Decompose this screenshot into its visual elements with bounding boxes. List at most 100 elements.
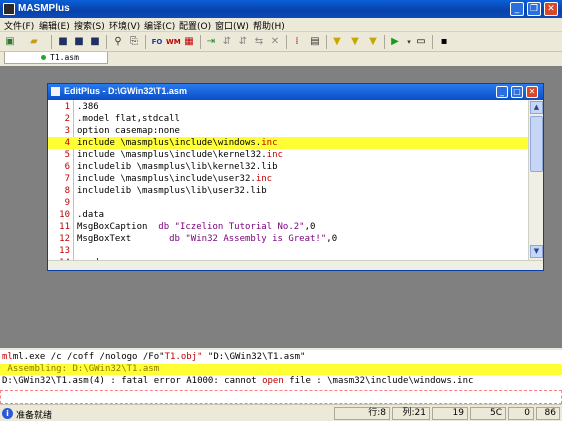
file-status-icon bbox=[41, 55, 46, 60]
status-field-3: 0 bbox=[508, 407, 534, 420]
editor-close-button[interactable]: ✕ bbox=[526, 86, 538, 98]
build-icon[interactable]: ▦ bbox=[182, 35, 196, 49]
minimize-button[interactable]: _ bbox=[510, 2, 524, 16]
code-line[interactable]: 3 option casemap:none bbox=[48, 125, 528, 137]
output-error-line[interactable]: D:\GWin32\T1.asm(4) : fatal error A1000:… bbox=[2, 376, 473, 387]
code-line[interactable]: 13 bbox=[48, 245, 528, 257]
new-file-icon[interactable]: ▣ bbox=[3, 35, 17, 49]
pause-icon[interactable]: ⇵ bbox=[220, 35, 234, 49]
line-text: option casemap:none bbox=[77, 126, 180, 136]
step-icon[interactable]: ⇥ bbox=[204, 35, 218, 49]
tab-label: T1.asm bbox=[50, 53, 79, 62]
code-line[interactable]: 6 includelib \masmplus\lib\kernel32.lib bbox=[48, 161, 528, 173]
scroll-thumb[interactable] bbox=[530, 116, 543, 172]
scroll-down-icon[interactable]: ▼ bbox=[530, 245, 543, 258]
document-tab-bar: T1.asm bbox=[0, 52, 562, 65]
menu-file[interactable]: 文件(F) bbox=[4, 19, 34, 32]
status-ready: 准备就绪 bbox=[16, 411, 53, 421]
code-line[interactable]: 7 include \masmplus\include\user32.inc bbox=[48, 173, 528, 185]
code-line[interactable]: 1 .386 bbox=[48, 101, 528, 113]
code-line[interactable]: 9 bbox=[48, 197, 528, 209]
menu-compile[interactable]: 编译(C) bbox=[144, 19, 175, 32]
editor-minimize-button[interactable]: _ bbox=[496, 86, 508, 98]
window-icon[interactable]: ▭ bbox=[414, 35, 428, 49]
line-number: 6 bbox=[64, 162, 70, 172]
menu-environment[interactable]: 环境(V) bbox=[109, 19, 140, 32]
status-bar: i 准备就绪 行:8 列:21 19 5C 0 86 bbox=[0, 404, 562, 421]
line-text: .data bbox=[77, 210, 105, 220]
menu-search[interactable]: 搜索(S) bbox=[74, 19, 105, 32]
code-editor[interactable]: 1 .386 2 .model flat,stdcall 3 option casemap… bbox=[48, 100, 528, 260]
app-title: MASMPlus bbox=[18, 3, 70, 14]
find-icon[interactable]: ⚲ bbox=[111, 35, 125, 49]
output-panel: mlml.exe /c /coff /nologo /Fo"T1.obj" "D… bbox=[0, 348, 562, 404]
app-icon bbox=[3, 3, 15, 15]
tab-t1-asm[interactable]: T1.asm bbox=[4, 52, 108, 64]
editor-title-bar: EditPlus - D:\GWin32\T1.asm _ □ ✕ bbox=[48, 84, 543, 100]
menu-help[interactable]: 帮助(H) bbox=[253, 19, 285, 32]
terminal-icon[interactable]: ▪ bbox=[437, 35, 451, 49]
run-icon[interactable]: ▶ bbox=[388, 35, 402, 49]
error-prefix: D:\GWin32\T1.asm(4) : fatal error A1000:… bbox=[2, 376, 263, 386]
line-text: include \masmplus\include\user32.inc bbox=[77, 174, 273, 184]
cmd-prefix: ml.exe /c /coff /nologo /Fo" bbox=[12, 352, 165, 362]
line-number: 10 bbox=[59, 210, 70, 220]
code-line[interactable]: 10 .data bbox=[48, 209, 528, 221]
document-icon bbox=[51, 87, 60, 96]
open-folder-icon[interactable]: ▰ bbox=[27, 35, 41, 49]
save-icon[interactable]: ■ bbox=[56, 35, 70, 49]
line-text: .model flat,stdcall bbox=[77, 114, 180, 124]
output-assembling-line: Assembling: D:\GWin32\T1.asm bbox=[0, 364, 562, 375]
line-text: includelib \masmplus\lib\kernel32.lib bbox=[77, 162, 278, 172]
code-line[interactable]: 5 include \masmplus\include\kernel32.inc bbox=[48, 149, 528, 161]
status-field-4: 86 bbox=[536, 407, 560, 420]
funnel-1-icon[interactable]: ▼ bbox=[330, 35, 344, 49]
line-text: MsgBoxText db "Win32 Assembly is Great!"… bbox=[77, 234, 338, 244]
restore-button[interactable]: ❐ bbox=[527, 2, 541, 16]
menu-window[interactable]: 窗口(W) bbox=[215, 19, 249, 32]
code-line[interactable]: 8 includelib \masmplus\lib\user32.lib bbox=[48, 185, 528, 197]
line-text: MsgBoxCaption db "Iczelion Tutorial No.2… bbox=[77, 222, 316, 232]
close-button[interactable]: ✕ bbox=[544, 2, 558, 16]
wm-icon[interactable]: WM bbox=[166, 35, 181, 49]
output-command-line: mlml.exe /c /coff /nologo /Fo"T1.obj" "D… bbox=[2, 352, 306, 362]
menu-edit[interactable]: 编辑(E) bbox=[39, 19, 70, 32]
status-field-1: 19 bbox=[432, 407, 468, 420]
clear-icon[interactable]: ✕ bbox=[268, 35, 282, 49]
code-line[interactable]: 2 .model flat,stdcall bbox=[48, 113, 528, 125]
funnel-2-icon[interactable]: ▼ bbox=[348, 35, 362, 49]
line-number: 13 bbox=[59, 246, 70, 256]
debug-icon[interactable]: ⇆ bbox=[252, 35, 266, 49]
vertical-scrollbar[interactable]: ▲ ▼ bbox=[528, 100, 543, 260]
horizontal-scrollbar[interactable] bbox=[48, 260, 543, 270]
funnel-3-icon[interactable]: ▼ bbox=[366, 35, 380, 49]
status-field-2: 5C bbox=[470, 407, 506, 420]
editor-title: EditPlus - D:\GWin32\T1.asm bbox=[64, 86, 187, 96]
line-text: .386 bbox=[77, 102, 99, 112]
line-number: 5 bbox=[64, 150, 70, 160]
code-line[interactable]: 12 MsgBoxText db "Win32 Assembly is Great… bbox=[48, 233, 528, 245]
save-as-icon[interactable]: ■ bbox=[72, 35, 86, 49]
line-text: includelib \masmplus\lib\user32.lib bbox=[77, 186, 267, 196]
calc-icon[interactable]: ▤ bbox=[308, 35, 322, 49]
editor-maximize-button[interactable]: □ bbox=[511, 86, 523, 98]
line-number: 4 bbox=[64, 138, 70, 148]
breakpoint-icon[interactable]: ⁞ bbox=[290, 35, 304, 49]
status-row: 行:8 bbox=[334, 407, 390, 420]
info-icon: i bbox=[2, 408, 13, 419]
cmd-src: "D:\GWin32\T1.asm" bbox=[202, 352, 306, 362]
menu-config[interactable]: 配置(O) bbox=[179, 19, 211, 32]
code-line[interactable]: 11 MsgBoxCaption db "Iczelion Tutorial No… bbox=[48, 221, 528, 233]
code-line[interactable]: 4 include \masmplus\include\windows.inc bbox=[48, 137, 528, 149]
fo-icon[interactable]: FO bbox=[150, 35, 164, 49]
line-number: 8 bbox=[64, 186, 70, 196]
replace-icon[interactable]: ⎘ bbox=[127, 35, 141, 49]
error-suffix: file : \masm32\include\windows.inc bbox=[283, 376, 474, 386]
stop-icon[interactable]: ⇵ bbox=[236, 35, 250, 49]
menu-bar: 文件(F) 编辑(E) 搜索(S) 环境(V) 编译(C) 配置(O) 窗口(W… bbox=[0, 18, 562, 32]
app-title-bar: MASMPlus _ ❐ ✕ bbox=[0, 0, 562, 18]
scroll-up-icon[interactable]: ▲ bbox=[530, 101, 543, 114]
line-number: 3 bbox=[64, 126, 70, 136]
save-all-icon[interactable]: ■ bbox=[88, 35, 102, 49]
line-number: 1 bbox=[64, 102, 70, 112]
